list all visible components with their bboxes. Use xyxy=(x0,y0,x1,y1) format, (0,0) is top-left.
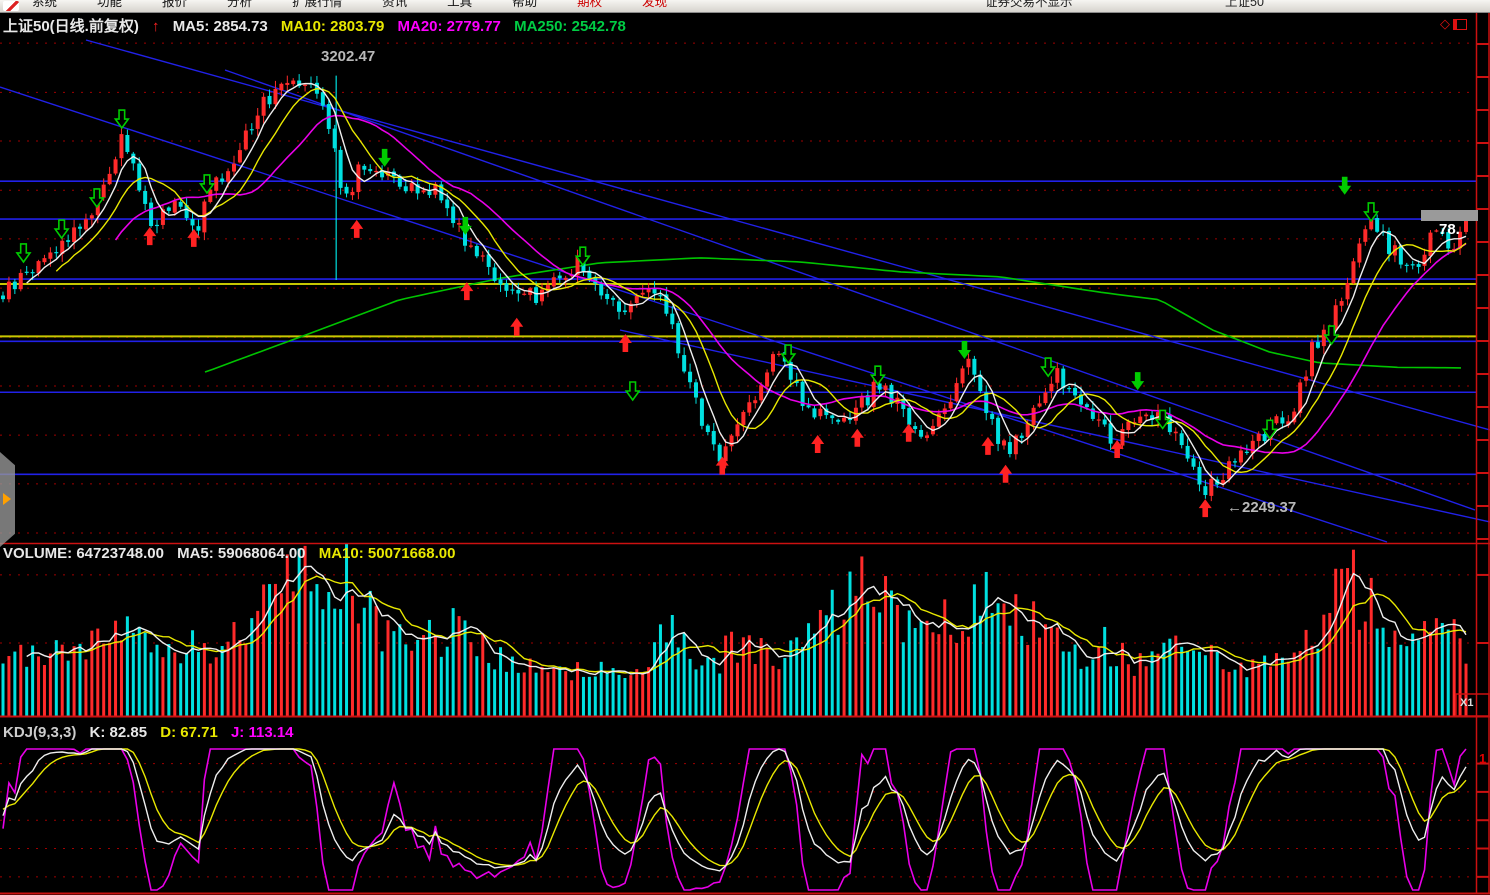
volume-ma10-value: MA10: 50071668.00 xyxy=(318,545,456,562)
trend-up-arrow-icon: ↑ xyxy=(152,18,160,35)
app-logo-icon[interactable] xyxy=(3,1,19,11)
low-price-label: ←2249.37 xyxy=(1227,499,1297,516)
broker-status-text: 证券交易不显示 xyxy=(985,0,1073,9)
menu-bar: 系统 功能 报价 分析 扩展行情 资讯 工具 帮助 期权 发现 证券交易不显示 上证50 xyxy=(0,0,1490,13)
kdj-axis-label: 1 xyxy=(1479,751,1487,766)
menu-item-6[interactable]: 工具 xyxy=(447,0,472,12)
menu-item-4[interactable]: 扩展行情 xyxy=(292,0,342,12)
ma10-value: MA10: 2803.79 xyxy=(280,18,385,35)
high-price-label: 3202.47 xyxy=(321,48,376,65)
menu-item-3[interactable]: 分析 xyxy=(227,0,252,12)
volume-ma5-value: MA5: 59068064.00 xyxy=(177,545,306,562)
corner-icons: ◇ xyxy=(1440,16,1467,32)
volume-header: VOLUME: 64723748.00 MA5: 59068064.00 MA1… xyxy=(3,545,464,562)
current-symbol-text: 上证50 xyxy=(1225,0,1264,9)
kdj-header: KDJ(9,3,3) K: 82.85 D: 67.71 J: 113.14 xyxy=(3,724,303,741)
menu-item-2[interactable]: 报价 xyxy=(162,0,187,12)
menu-item-1[interactable]: 功能 xyxy=(97,0,122,12)
expand-arrow-icon xyxy=(3,493,11,505)
main-chart-header: 上证50(日线.前复权) ↑ MA5: 2854.73 MA10: 2803.7… xyxy=(3,15,635,36)
ma250-value: MA250: 2542.78 xyxy=(514,18,626,35)
menu-hot-item-0[interactable]: 期权 xyxy=(577,0,602,12)
restore-window-icon[interactable] xyxy=(1453,19,1467,31)
sidebar-expand-handle[interactable] xyxy=(0,452,15,547)
ma20-value: MA20: 2779.77 xyxy=(397,18,501,35)
menu-row: 系统 功能 报价 分析 扩展行情 资讯 工具 帮助 期权 发现 xyxy=(0,0,1490,12)
menu-item-7[interactable]: 帮助 xyxy=(512,0,537,12)
kdj-d-value: D: 67.71 xyxy=(160,724,218,741)
menu-item-0[interactable]: 系统 xyxy=(32,0,57,12)
volume-value: VOLUME: 64723748.00 xyxy=(3,545,164,562)
menu-hot-item-1[interactable]: 发现 xyxy=(642,0,667,12)
ma5-value: MA5: 2854.73 xyxy=(172,18,268,35)
chart-canvas[interactable] xyxy=(0,0,1490,895)
last-price-marker xyxy=(1421,210,1478,221)
kdj-j-value: J: 113.14 xyxy=(230,724,294,741)
chart-title: 上证50(日线.前复权) xyxy=(3,18,139,35)
last-price-label: 78. xyxy=(1439,221,1460,238)
diamond-icon[interactable]: ◇ xyxy=(1440,16,1450,31)
volume-axis-label: X1 xyxy=(1460,697,1474,709)
kdj-name: KDJ(9,3,3) xyxy=(3,724,77,741)
kdj-k-value: K: 82.85 xyxy=(89,724,148,741)
menu-item-5[interactable]: 资讯 xyxy=(382,0,407,12)
